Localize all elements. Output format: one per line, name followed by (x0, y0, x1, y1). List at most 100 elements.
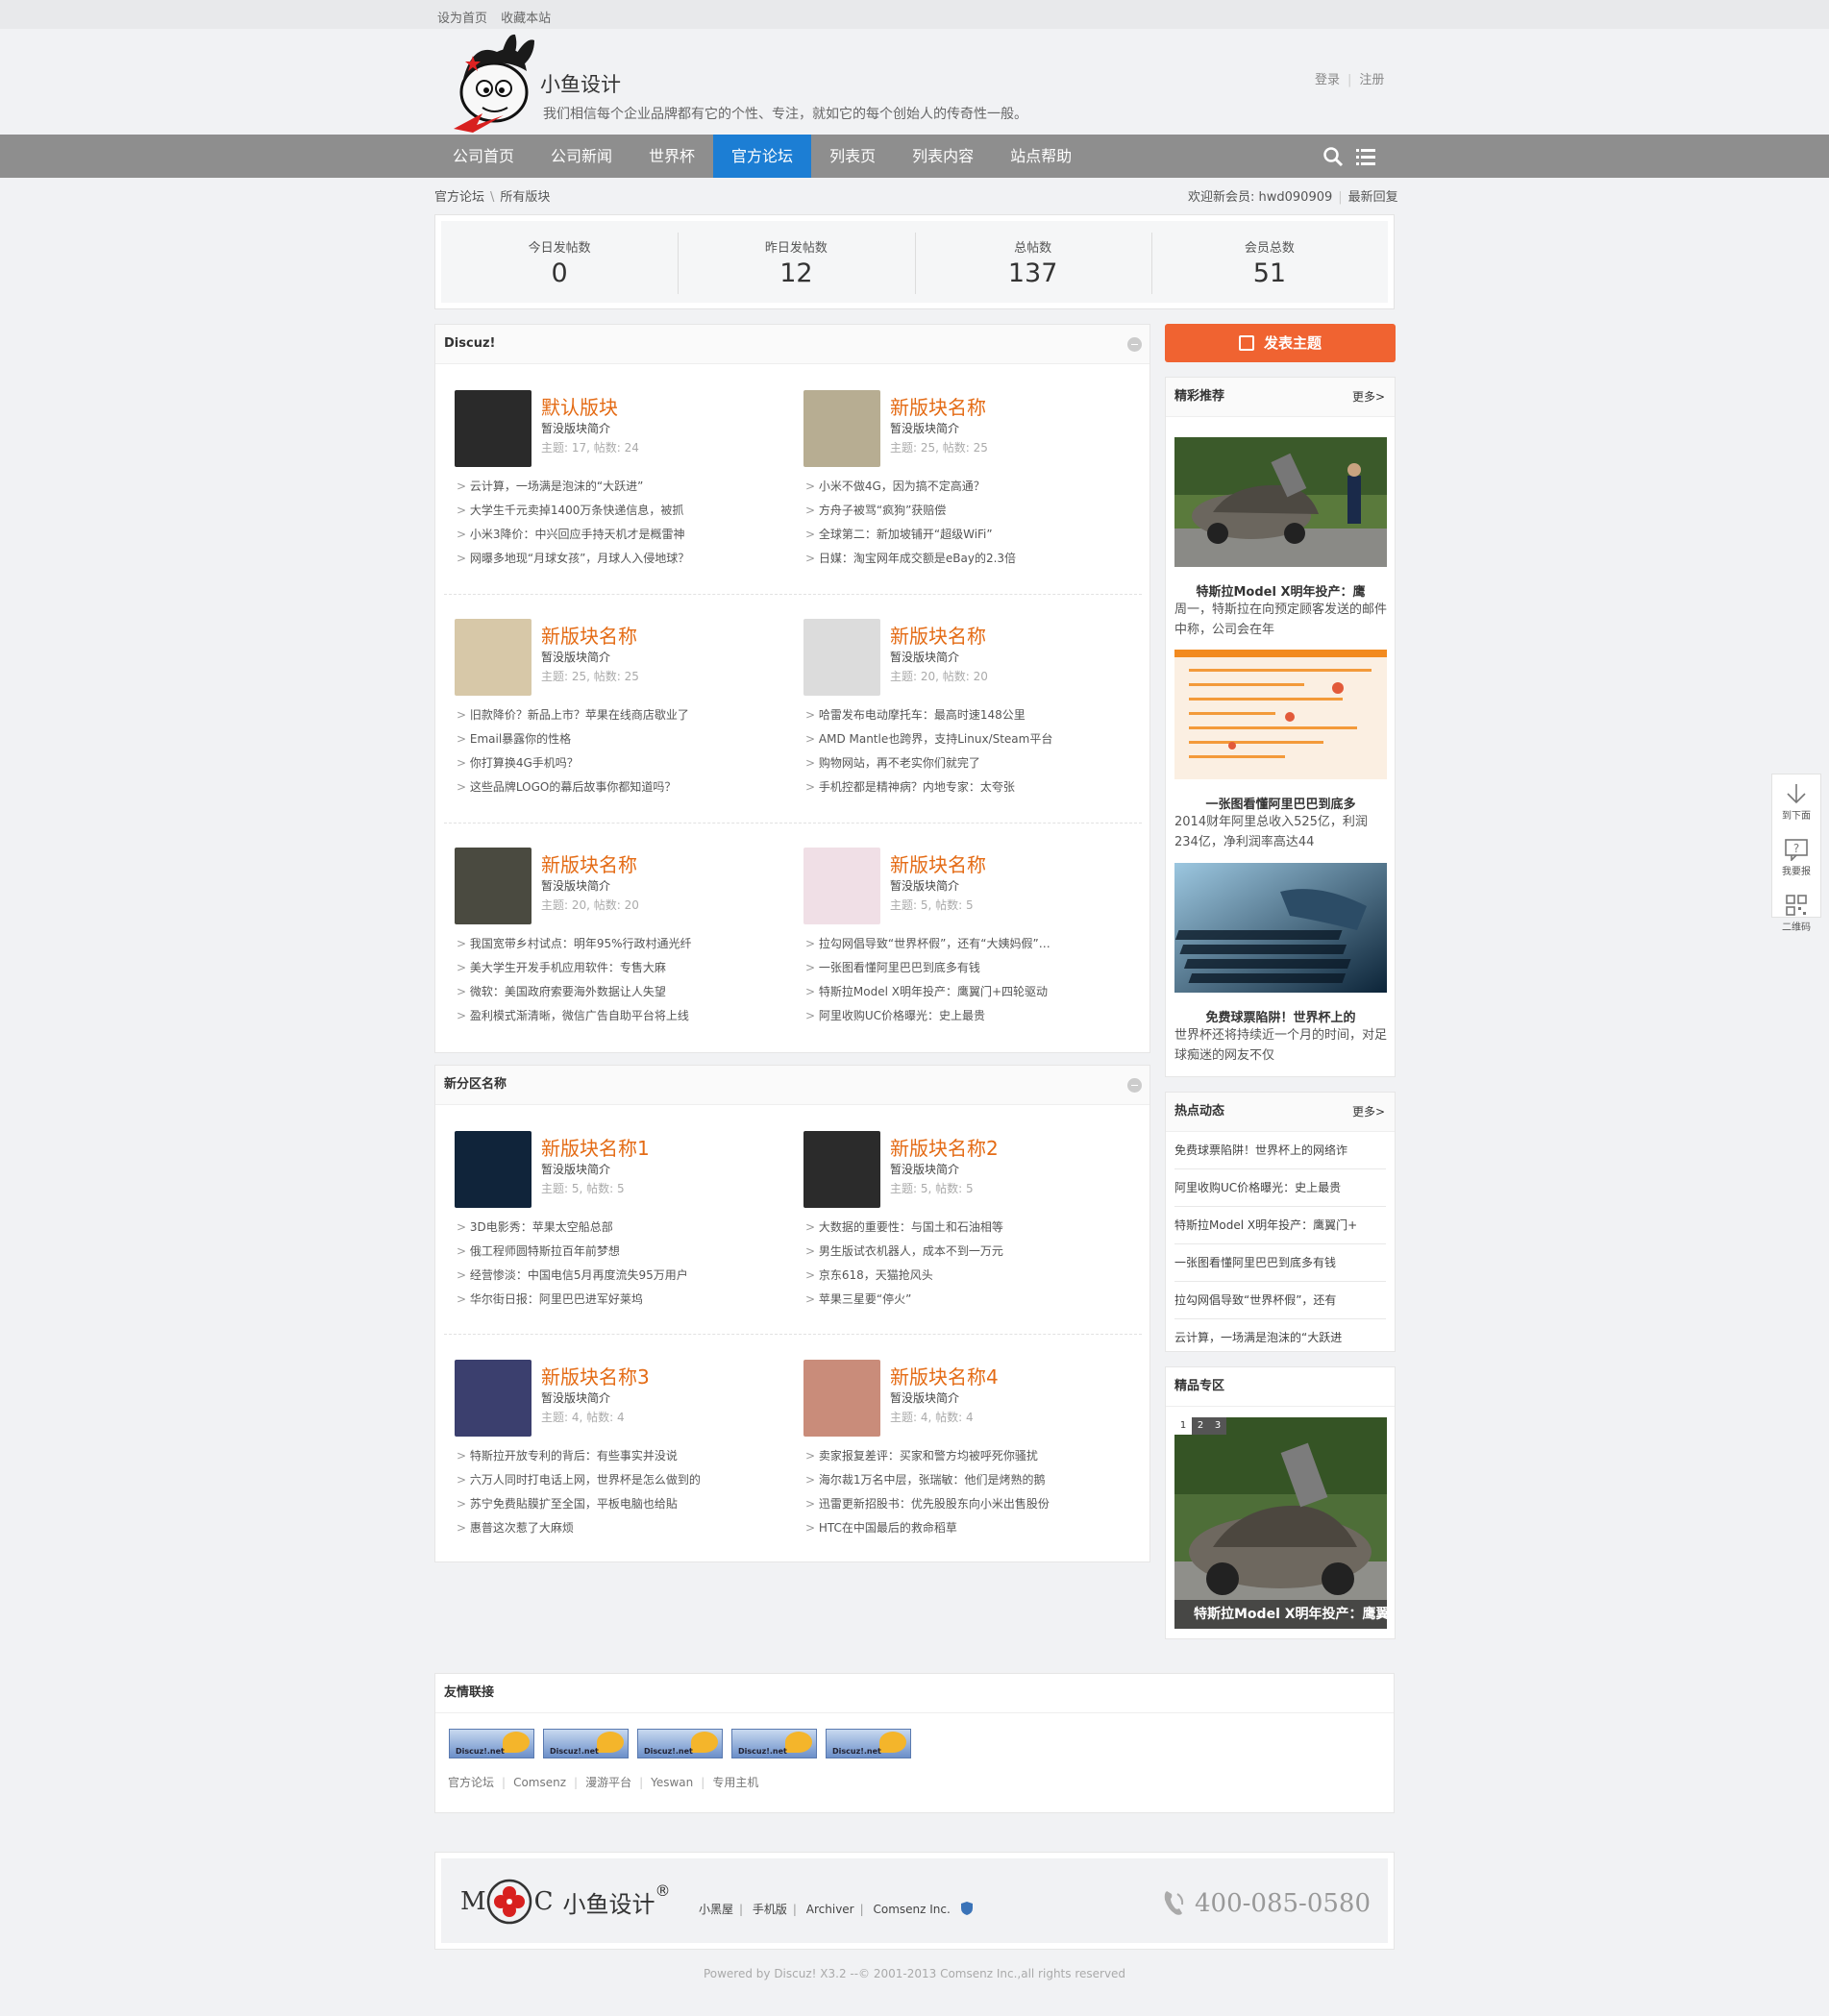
forum-name[interactable]: 新版块名称3 (541, 1362, 650, 1389)
thread-link[interactable]: 你打算换4G手机吗？ (457, 751, 783, 775)
friend-text-link[interactable]: 专用主机 (712, 1776, 758, 1789)
discuz-link-logo[interactable]: Discuz!.net (826, 1729, 911, 1758)
thread-link[interactable]: 美大学生开发手机应用软件：专售大麻 (457, 956, 783, 980)
thread-link[interactable]: 旧款降价？新品上市？苹果在线商店歇业了 (457, 703, 783, 727)
footer-link[interactable]: Comsenz Inc. (874, 1903, 951, 1916)
forum-thumbnail[interactable] (455, 1131, 531, 1208)
featured-slider[interactable]: 1 2 3 特斯拉Model X明年投产：鹰翼 (1174, 1417, 1387, 1629)
forum-thumbnail[interactable] (803, 1360, 880, 1437)
collapse-icon[interactable] (1127, 337, 1142, 352)
thread-link[interactable]: 日媒：淘宝网年成交额是eBay的2.3倍 (805, 547, 1132, 571)
forum-name[interactable]: 新版块名称 (890, 621, 986, 649)
report-button[interactable]: ? 我要报 (1772, 838, 1820, 886)
thread-link[interactable]: 方舟子被骂“疯狗”获赔偿 (805, 499, 1132, 523)
thread-link[interactable]: 惠普这次惹了大麻烦 (457, 1516, 783, 1540)
friend-text-link[interactable]: 漫游平台 (585, 1776, 631, 1789)
thread-link[interactable]: 拉勾网倡导致“世界杯假”，还有“大姨妈假”… (805, 932, 1132, 956)
thread-link[interactable]: 云计算，一场满是泡沫的“大跃进” (457, 475, 783, 499)
register-link[interactable]: 注册 (1359, 73, 1384, 87)
set-home-link[interactable]: 设为首页 (437, 12, 487, 26)
thread-link[interactable]: 小米3降价：中兴回应手持天机才是概雷神 (457, 523, 783, 547)
thread-link[interactable]: 阿里收购UC价格曝光：史上最贵 (805, 1004, 1132, 1028)
qr-code-button[interactable]: 二维码 (1772, 894, 1820, 942)
footer-link[interactable]: 手机版 (753, 1903, 787, 1916)
forum-thumbnail[interactable] (455, 1360, 531, 1437)
nav-item-worldcup[interactable]: 世界杯 (630, 135, 713, 178)
thread-link[interactable]: 大数据的重要性：与国土和石油相等 (805, 1216, 1132, 1240)
thread-link[interactable]: 微软：美国政府索要海外数据让人失望 (457, 980, 783, 1004)
recommend-more-link[interactable]: 更多> (1352, 378, 1385, 416)
forum-name[interactable]: 新版块名称4 (890, 1362, 999, 1389)
thread-link[interactable]: 京东618，天猫抢风头 (805, 1264, 1132, 1288)
thread-link[interactable]: AMD Mantle也跨界，支持Linux/Steam平台 (805, 727, 1132, 751)
thread-link[interactable]: 苹果三星要“停火” (805, 1288, 1132, 1312)
thread-link[interactable]: 大学生千元卖掉1400万条快递信息，被抓 (457, 499, 783, 523)
hot-item[interactable]: 特斯拉Model X明年投产：鹰翼门+ (1174, 1207, 1386, 1244)
forum-thumbnail[interactable] (803, 1131, 880, 1208)
site-logo[interactable] (444, 33, 540, 133)
thread-link[interactable]: 特斯拉Model X明年投产：鹰翼门+四轮驱动 (805, 980, 1132, 1004)
thread-link[interactable]: Email暴露你的性格 (457, 727, 783, 751)
hot-item[interactable]: 一张图看懂阿里巴巴到底多有钱 (1174, 1244, 1386, 1282)
forum-thumbnail[interactable] (803, 619, 880, 696)
nav-item-home[interactable]: 公司首页 (434, 135, 532, 178)
thread-link[interactable]: 这些品牌LOGO的幕后故事你都知道吗？ (457, 775, 783, 799)
forum-name[interactable]: 新版块名称1 (541, 1133, 650, 1161)
bookmark-link[interactable]: 收藏本站 (501, 12, 551, 26)
forum-thumbnail[interactable] (803, 848, 880, 924)
nav-item-help[interactable]: 站点帮助 (992, 135, 1090, 178)
forum-thumbnail[interactable] (455, 390, 531, 467)
login-link[interactable]: 登录 (1315, 73, 1340, 87)
breadcrumb-root[interactable]: 官方论坛 (434, 190, 484, 205)
thread-link[interactable]: 网曝多地现“月球女孩”，月球人入侵地球？ (457, 547, 783, 571)
discuz-link-logo[interactable]: Discuz!.net (637, 1729, 723, 1758)
forum-thumbnail[interactable] (455, 848, 531, 924)
discuz-link-logo[interactable]: Discuz!.net (543, 1729, 629, 1758)
thread-link[interactable]: 特斯拉开放专利的背后：有些事实并没说 (457, 1444, 783, 1468)
friend-text-link[interactable]: 官方论坛 (448, 1776, 494, 1789)
nav-item-list[interactable]: 列表页 (811, 135, 894, 178)
recommend-item[interactable]: 免费球票陷阱！世界杯上的 世界杯还将持续近一个月的时间，对足球痴迷的网友不仅 (1174, 863, 1387, 1066)
thread-link[interactable]: 盈利模式渐清晰，微信广告自助平台将上线 (457, 1004, 783, 1028)
recommend-item[interactable]: 一张图看懂阿里巴巴到底多 2014财年阿里总收入525亿，利润234亿，净利润率… (1174, 650, 1387, 852)
thread-link[interactable]: 小米不做4G，因为搞不定高通？ (805, 475, 1132, 499)
forum-name[interactable]: 新版块名称 (541, 849, 637, 877)
thread-link[interactable]: 我国宽带乡村试点：明年95%行政村通光纤 (457, 932, 783, 956)
nav-item-list-content[interactable]: 列表内容 (894, 135, 992, 178)
friend-text-link[interactable]: Comsenz (513, 1776, 566, 1789)
forum-name[interactable]: 新版块名称2 (890, 1133, 999, 1161)
thread-link[interactable]: 俄工程师圆特斯拉百年前梦想 (457, 1240, 783, 1264)
hot-item[interactable]: 云计算，一场满是泡沫的“大跃进 (1174, 1319, 1386, 1356)
slide-dot-3[interactable]: 3 (1209, 1417, 1226, 1435)
slide-dot-2[interactable]: 2 (1192, 1417, 1209, 1435)
thread-link[interactable]: 一张图看懂阿里巴巴到底多有钱 (805, 956, 1132, 980)
discuz-link-logo[interactable]: Discuz!.net (731, 1729, 817, 1758)
thread-link[interactable]: 华尔街日报：阿里巴巴进军好莱坞 (457, 1288, 783, 1312)
forum-name[interactable]: 新版块名称 (541, 621, 637, 649)
hot-more-link[interactable]: 更多> (1352, 1093, 1385, 1131)
search-icon[interactable] (1322, 146, 1344, 167)
collapse-icon[interactable] (1127, 1078, 1142, 1093)
thread-link[interactable]: 六万人同时打电话上网，世界杯是怎么做到的 (457, 1468, 783, 1492)
footer-link[interactable]: Archiver (806, 1903, 854, 1916)
forum-name[interactable]: 新版块名称 (890, 849, 986, 877)
latest-reply-link[interactable]: 最新回复 (1348, 190, 1398, 205)
thread-link[interactable]: 苏宁免费貼膜扩至全国，平板电脑也给貼 (457, 1492, 783, 1516)
thread-link[interactable]: 全球第二：新加坡铺开“超级WiFi” (805, 523, 1132, 547)
nav-item-news[interactable]: 公司新闻 (532, 135, 630, 178)
forum-thumbnail[interactable] (455, 619, 531, 696)
hot-item[interactable]: 免费球票陷阱！世界杯上的网络诈 (1174, 1132, 1386, 1169)
new-thread-button[interactable]: 发表主题 (1165, 324, 1396, 362)
security-shield-icon[interactable] (960, 1901, 974, 1916)
thread-link[interactable]: 男生版试衣机器人，成本不到一万元 (805, 1240, 1132, 1264)
forum-name[interactable]: 默认版块 (541, 392, 618, 420)
footer-link[interactable]: 小黑屋 (699, 1903, 733, 1916)
footer-logo[interactable]: M C 小鱼设计 ® (460, 1878, 671, 1926)
new-member-text[interactable]: 欢迎新会员: hwd090909 (1188, 190, 1332, 205)
discuz-link-logo[interactable]: Discuz!.net (449, 1729, 534, 1758)
thread-link[interactable]: 迅雷更新招股书：优先股股东向小米出售股份 (805, 1492, 1132, 1516)
thread-link[interactable]: 哈雷发布电动摩托车：最高时速148公里 (805, 703, 1132, 727)
thread-link[interactable]: 卖家报复差评：买家和警方均被呼死你骚扰 (805, 1444, 1132, 1468)
thread-link[interactable]: HTC在中国最后的救命稻草 (805, 1516, 1132, 1540)
forum-name[interactable]: 新版块名称 (890, 392, 986, 420)
